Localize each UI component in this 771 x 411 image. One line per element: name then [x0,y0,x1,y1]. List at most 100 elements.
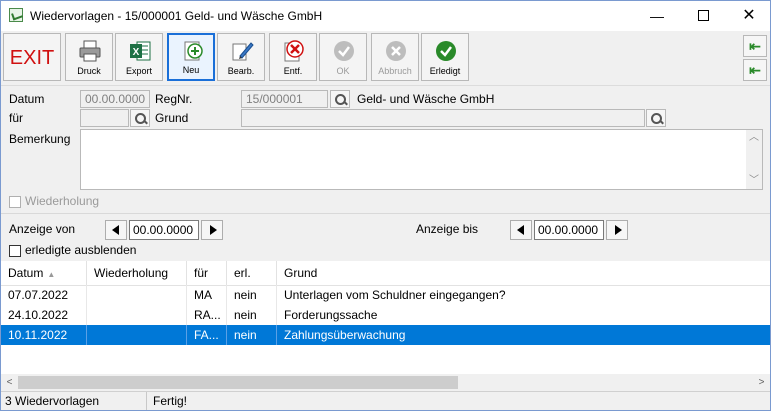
export-label: Export [125,66,152,76]
bemerkung-scrollbar[interactable]: ︿ ﹀ [746,130,762,189]
cell-datum: 10.11.2022 [1,325,87,345]
wiederholung-checkbox[interactable] [9,196,21,208]
bis-next-button[interactable] [606,220,628,240]
cell-grund: Zahlungsüberwachung [284,328,406,342]
scroll-thumb[interactable] [18,376,458,389]
wiederholung-label: Wiederholung [25,194,100,208]
maximize-button[interactable] [680,1,726,31]
cell-erl: nein [227,325,277,345]
ok-button[interactable]: OK [319,33,367,81]
printer-icon [79,40,101,62]
cell-erl: nein [227,285,277,305]
cell-grund: Unterlagen vom Schuldner eingegangen? [284,288,506,302]
close-button[interactable]: ✕ [726,1,770,31]
window: Wiedervorlagen - 15/000001 Geld- und Wäs… [0,0,771,411]
anzeige-von-field[interactable]: 00.00.0000 [129,220,199,240]
erledigte-label: erledigte ausblenden [25,243,137,257]
toolbar: EXIT Druck X Export Neu Bearb. Entf. OK … [1,31,770,86]
done-label: Erledigt [429,66,461,76]
edit-button[interactable]: Bearb. [217,33,265,81]
ok-label: OK [336,66,350,76]
bemerkung-textarea[interactable]: ︿ ﹀ [80,129,763,190]
anzeige-bis-field[interactable]: 00.00.0000 [534,220,604,240]
fuer-search-icon[interactable] [130,109,150,127]
nav-prev-button[interactable]: ⇤ [743,59,767,81]
bis-prev-button[interactable] [510,220,532,240]
col-erl[interactable]: erl. [227,261,277,285]
col-datum[interactable]: Datum ▲ [1,261,87,285]
cell-grund: Forderungssache [284,308,378,322]
cell-datum: 24.10.2022 [1,305,87,325]
grund-lookup-icon[interactable] [646,109,666,127]
fuer-label: für [9,111,24,125]
cell-fuer: RA... [187,305,227,325]
fuer-field[interactable] [80,109,129,127]
von-prev-button[interactable] [105,220,127,240]
col-fuer[interactable]: für [187,261,227,285]
export-button[interactable]: X Export [115,33,163,81]
check-icon [334,41,354,61]
cancel-label: Abbruch [378,66,412,76]
cell-fuer: FA... [187,325,227,345]
nav-first-button[interactable]: ⇤ [743,35,767,57]
scroll-up-icon[interactable]: ︿ [746,130,762,146]
scroll-right-icon[interactable]: > [753,374,770,391]
status-bar: 3 Wiedervorlagen Fertig! [1,391,770,410]
anzeige-bis-label: Anzeige bis [416,222,479,236]
erledigte-checkbox[interactable] [9,245,21,257]
pencil-icon [232,42,254,61]
new-button[interactable]: Neu [167,33,215,81]
detail-form: Datum 00.00.0000 RegNr. 15/000001 Geld- … [1,86,770,212]
table-header: Datum ▲ Wiederholung für erl. Grund [1,261,770,286]
von-next-button[interactable] [201,220,223,240]
datum-label: Datum [9,92,45,106]
horizontal-scrollbar[interactable]: < > [1,374,770,391]
minimize-button[interactable]: — [634,1,680,31]
sort-asc-icon: ▲ [47,270,56,279]
cancel-icon [386,41,406,61]
bemerkung-label: Bemerkung [9,132,71,146]
cell-wiederholung [87,325,187,345]
filter-bar: Anzeige von 00.00.0000 Anzeige bis 00.00… [1,214,770,261]
app-icon [9,8,23,22]
cell-erl: nein [227,305,277,325]
col-grund[interactable]: Grund [277,261,770,285]
grund-label: Grund [155,111,189,125]
cell-wiederholung [87,285,187,305]
delete-button[interactable]: Entf. [269,33,317,81]
grund-field[interactable] [241,109,645,127]
cancel-button[interactable]: Abbruch [371,33,419,81]
check-circle-icon [436,41,456,61]
new-label: Neu [182,65,200,75]
cell-fuer: MA [187,285,227,305]
table-row-selected[interactable]: 10.11.2022 FA... nein Zahlungsüberwachun… [1,325,770,345]
status-message: Fertig! [153,394,188,408]
regnr-field[interactable]: 15/000001 [241,90,328,108]
add-icon [184,41,203,61]
status-count: 3 Wiedervorlagen [1,392,147,410]
table-row[interactable]: 07.07.2022 MA nein Unterlagen vom Schuld… [1,285,770,305]
company-name: Geld- und Wäsche GmbH [357,92,495,106]
title-bar: Wiedervorlagen - 15/000001 Geld- und Wäs… [1,1,770,31]
cell-datum: 07.07.2022 [1,285,87,305]
reminder-table: Datum ▲ Wiederholung für erl. Grund 07.07… [1,261,770,375]
regnr-search-icon[interactable] [330,90,350,108]
scroll-down-icon[interactable]: ﹀ [746,173,762,189]
col-datum-label: Datum [8,266,44,280]
window-title: Wiedervorlagen - 15/000001 Geld- und Wäs… [30,9,323,23]
regnr-label: RegNr. [155,92,193,106]
col-wiederholung[interactable]: Wiederholung [87,261,187,285]
maximize-icon [697,10,709,21]
edit-label: Bearb. [227,66,255,76]
exit-button[interactable]: EXIT [3,33,61,81]
cell-wiederholung [87,305,187,325]
datum-field[interactable]: 00.00.0000 [80,90,150,108]
scroll-left-icon[interactable]: < [1,374,18,391]
svg-text:X: X [133,47,140,58]
excel-icon: X [130,41,151,61]
print-button[interactable]: Druck [65,33,113,81]
done-button[interactable]: Erledigt [421,33,469,81]
anzeige-von-label: Anzeige von [9,222,76,236]
delete-label: Entf. [283,66,303,76]
table-row[interactable]: 24.10.2022 RA... nein Forderungssache [1,305,770,325]
